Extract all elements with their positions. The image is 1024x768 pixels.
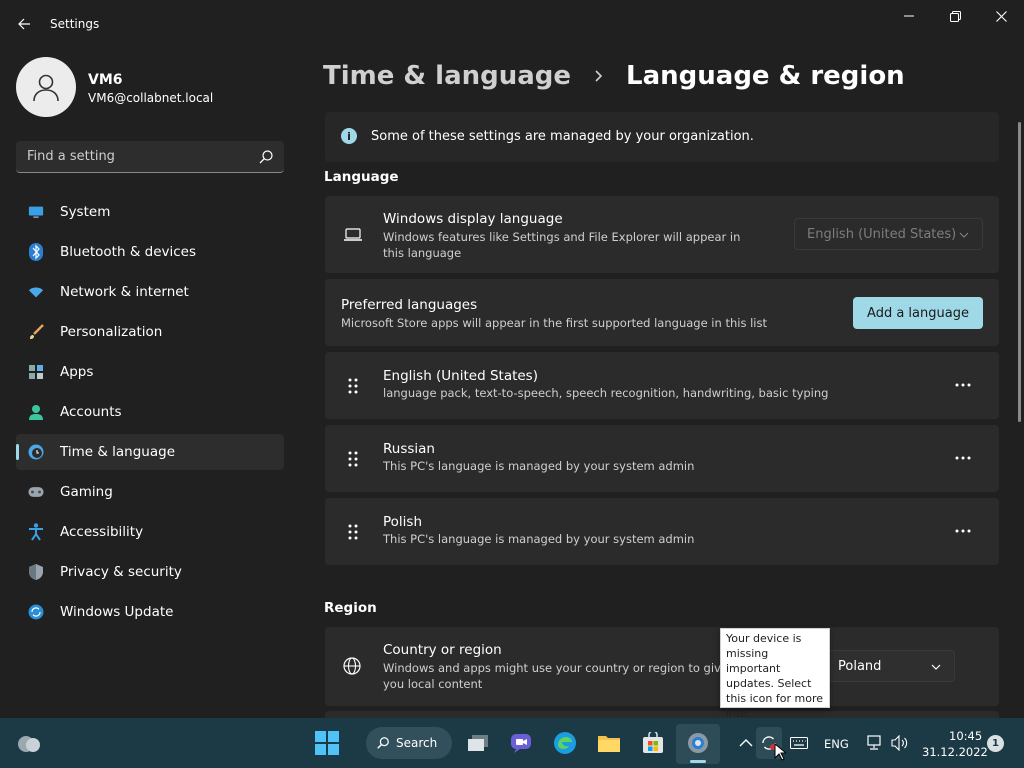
globe-icon	[342, 656, 362, 676]
user-name: VM6	[88, 72, 123, 88]
microsoft-store-icon[interactable]	[637, 727, 669, 759]
drag-handle-icon[interactable]	[343, 449, 363, 469]
apps-icon	[28, 364, 44, 380]
sidebar-item-time-language[interactable]: Time & language	[16, 434, 284, 470]
input-language-indicator[interactable]: ENG	[824, 737, 849, 751]
windows-logo-icon	[315, 731, 339, 755]
keyboard-icon[interactable]	[783, 727, 815, 759]
wifi-icon	[28, 284, 44, 300]
next-setting-card	[325, 711, 999, 718]
add-language-button[interactable]: Add a language	[853, 297, 983, 329]
ellipsis-icon	[955, 529, 971, 533]
language-item-english[interactable]: English (United States) language pack, t…	[325, 352, 999, 419]
preferred-languages-card: Preferred languages Microsoft Store apps…	[325, 279, 999, 346]
more-options-button[interactable]	[949, 371, 977, 399]
language-item-polish[interactable]: Polish This PC's language is managed by …	[325, 498, 999, 565]
breadcrumb-parent-link[interactable]: Time & language	[323, 61, 571, 91]
ellipsis-icon	[955, 456, 971, 460]
chevron-right-icon	[589, 66, 609, 86]
info-icon: i	[341, 128, 357, 144]
settings-window: Settings VM6 VM6@collabnet.local System …	[0, 0, 1024, 718]
minimize-icon	[904, 15, 914, 17]
chevron-down-icon	[959, 232, 969, 238]
notification-badge[interactable]: 1	[987, 735, 1004, 752]
sidebar-item-accounts[interactable]: Accounts	[16, 394, 284, 430]
update-icon	[28, 604, 44, 620]
search-icon	[377, 737, 389, 749]
title-bar: Settings	[0, 0, 1024, 48]
sidebar-nav: System Bluetooth & devices Network & int…	[16, 194, 284, 634]
app-title: Settings	[50, 17, 100, 31]
minimize-button[interactable]	[886, 0, 932, 32]
gamepad-icon	[28, 484, 44, 500]
task-view-icon[interactable]	[462, 727, 494, 759]
restore-icon	[949, 10, 961, 22]
chevron-down-icon	[931, 664, 941, 670]
page-title: Language & region	[626, 61, 905, 91]
drag-handle-icon[interactable]	[343, 376, 363, 396]
update-tooltip: Your device is missing important updates…	[720, 628, 830, 720]
shield-icon	[28, 564, 44, 580]
back-button[interactable]	[10, 10, 38, 38]
chat-icon[interactable]	[505, 727, 537, 759]
display-language-card: Windows display language Windows feature…	[325, 196, 999, 273]
user-email: VM6@collabnet.local	[88, 91, 214, 105]
back-arrow-icon	[18, 18, 30, 30]
sidebar-item-bluetooth[interactable]: Bluetooth & devices	[16, 234, 284, 270]
more-options-button[interactable]	[949, 444, 977, 472]
system-icon	[28, 204, 44, 220]
section-title-region: Region	[324, 600, 377, 616]
sidebar-item-apps[interactable]: Apps	[16, 354, 284, 390]
display-language-dropdown[interactable]: English (United States)	[794, 218, 983, 250]
more-options-button[interactable]	[949, 517, 977, 545]
accounts-icon	[28, 404, 44, 420]
accessibility-icon	[28, 523, 44, 541]
search-icon[interactable]	[258, 149, 274, 165]
section-title-language: Language	[324, 169, 399, 185]
drag-handle-icon[interactable]	[343, 522, 363, 542]
bluetooth-icon	[28, 243, 44, 261]
restore-button[interactable]	[932, 0, 978, 32]
volume-icon[interactable]	[884, 727, 916, 759]
vertical-scrollbar[interactable]	[1018, 122, 1021, 422]
ellipsis-icon	[955, 383, 971, 387]
breadcrumb: Time & language Language & region	[323, 58, 905, 94]
search-input[interactable]	[16, 141, 252, 172]
taskbar-search-button[interactable]: Search	[366, 727, 452, 759]
close-button[interactable]	[978, 0, 1024, 32]
settings-gear-icon[interactable]	[682, 727, 714, 759]
start-button[interactable]	[311, 727, 343, 759]
person-icon	[33, 74, 59, 102]
close-icon	[995, 10, 1007, 22]
language-item-russian[interactable]: Russian This PC's language is managed by…	[325, 425, 999, 492]
sidebar-item-windows-update[interactable]: Windows Update	[16, 594, 284, 630]
file-explorer-icon[interactable]	[593, 727, 625, 759]
taskbar: Search ENG 10:45 31.12.2022 1	[0, 718, 1024, 768]
edge-browser-icon[interactable]	[549, 727, 581, 759]
sidebar-item-accessibility[interactable]: Accessibility	[16, 514, 284, 550]
avatar	[16, 57, 76, 117]
search-box[interactable]	[16, 141, 284, 173]
country-region-card: Country or region Windows and apps might…	[325, 627, 999, 706]
sidebar-item-system[interactable]: System	[16, 194, 284, 230]
sidebar-item-personalization[interactable]: Personalization	[16, 314, 284, 350]
weather-icon[interactable]	[13, 727, 45, 759]
time-language-icon	[28, 444, 44, 460]
clock-date[interactable]: 31.12.2022	[922, 745, 988, 759]
country-region-dropdown[interactable]: Poland	[825, 650, 955, 682]
sidebar-item-privacy[interactable]: Privacy & security	[16, 554, 284, 590]
clock-time[interactable]: 10:45	[949, 729, 982, 743]
brush-icon	[28, 324, 44, 340]
sidebar-item-gaming[interactable]: Gaming	[16, 474, 284, 510]
managed-info-bar: i Some of these settings are managed by …	[325, 112, 999, 162]
sidebar-item-network[interactable]: Network & internet	[16, 274, 284, 310]
laptop-icon	[343, 225, 363, 245]
